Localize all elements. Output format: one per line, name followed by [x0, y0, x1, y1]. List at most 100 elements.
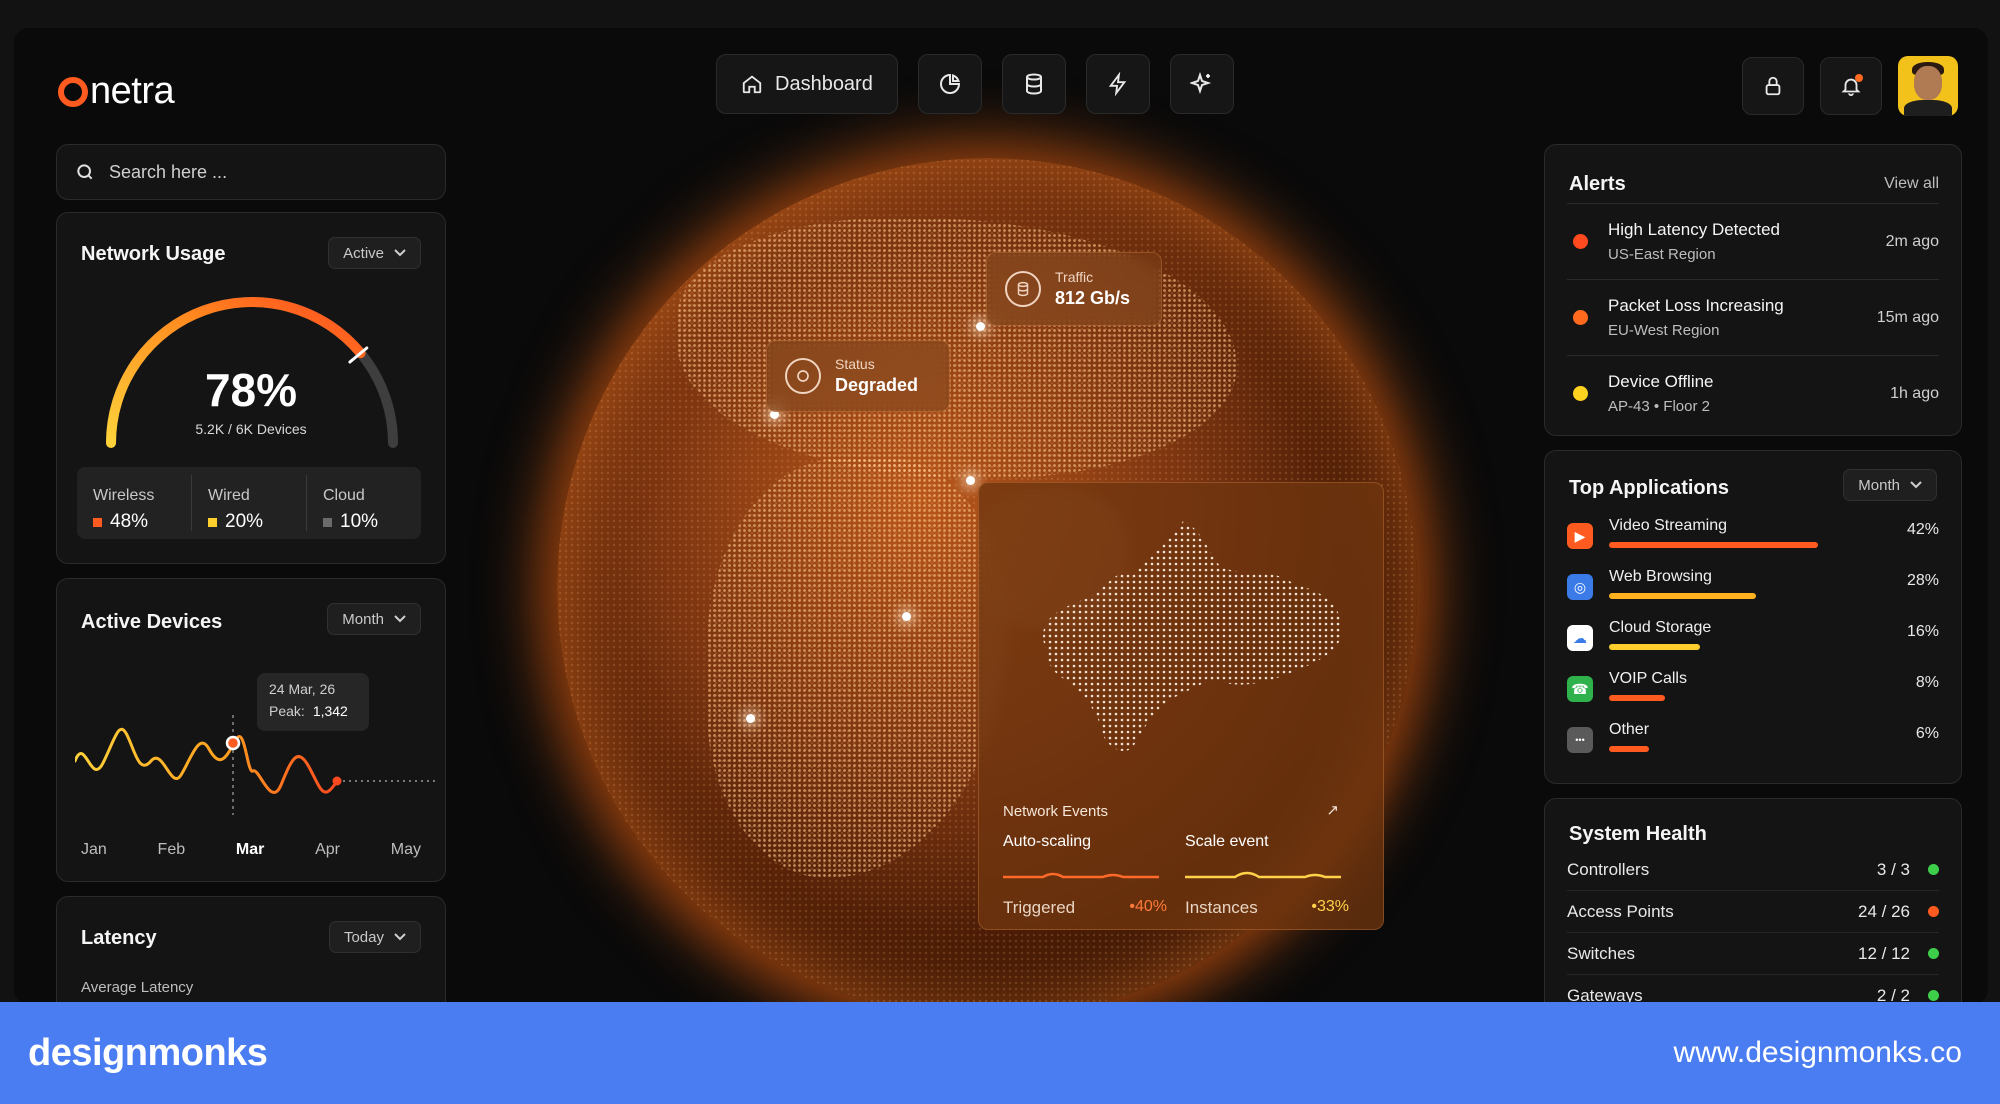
app-percent: 42%	[1906, 521, 1939, 538]
logo-text: netra	[90, 70, 175, 112]
search-input[interactable]: Search here ...	[56, 144, 446, 200]
event-scale: Scale event Instances •33%	[1185, 833, 1349, 918]
nav-flash-button[interactable]	[1085, 54, 1150, 114]
lock-button[interactable]	[1742, 57, 1804, 115]
top-applications-panel: Top Applications Month ▶ Video Streaming 4…	[1544, 450, 1962, 784]
nav-sparkle-button[interactable]	[1169, 54, 1234, 114]
usage-percent: 78%	[204, 364, 298, 416]
network-usage-filter[interactable]: Active	[328, 237, 421, 269]
database-icon	[1025, 73, 1042, 95]
tooltip-date: 24 Mar, 26	[269, 681, 336, 697]
month-label: Apr	[315, 841, 340, 858]
alerts-panel: Alerts View all High Latency Detected US-…	[1544, 144, 1962, 436]
app-row[interactable]: ☎ VOIP Calls 8%	[1567, 670, 1939, 714]
alert-sub: US-East Region	[1608, 246, 1716, 263]
cloud-icon: ☁	[1567, 625, 1593, 651]
app-name: Cloud Storage	[1609, 619, 1712, 636]
network-events-card[interactable]: Network Events ↗ Auto-scaling Triggered •…	[978, 482, 1384, 930]
event-title: Scale event	[1185, 833, 1269, 850]
active-devices-title: Active Devices	[81, 611, 223, 633]
alerts-title: Alerts	[1569, 173, 1626, 195]
alert-sub: EU-West Region	[1608, 322, 1720, 339]
more-icon: •••	[1567, 727, 1593, 753]
active-devices-filter[interactable]: Month	[327, 603, 421, 635]
region-map	[1043, 521, 1342, 751]
health-row[interactable]: Access Points 24 / 26	[1567, 891, 1939, 933]
health-status-dot	[1928, 948, 1939, 959]
usage-cloud: Cloud 10%	[307, 475, 421, 532]
top-applications-filter[interactable]: Month	[1843, 469, 1937, 501]
system-health-panel: System Health Controllers 3 / 3 Access P…	[1544, 798, 1962, 1004]
health-row[interactable]: Gateways 2 / 2	[1567, 975, 1939, 1004]
app-row[interactable]: ••• Other 6%	[1567, 721, 1939, 765]
status-label: Status	[835, 356, 875, 372]
usage-value: 48%	[110, 511, 149, 532]
brand-banner: designmonks www.designmonks.co	[0, 1002, 2000, 1104]
phone-icon: ☎	[1567, 676, 1593, 702]
brand-url[interactable]: www.designmonks.co	[1674, 1036, 1962, 1070]
app-name: VOIP Calls	[1609, 670, 1687, 687]
location-pin[interactable]	[966, 476, 975, 485]
alert-item[interactable]: Packet Loss Increasing EU-West Region 15m…	[1567, 279, 1939, 355]
active-devices-filter-label: Month	[342, 610, 384, 628]
health-count: 12 / 12	[1858, 943, 1910, 963]
usage-wired: Wired 20%	[192, 475, 307, 532]
alert-title: Packet Loss Increasing	[1608, 296, 1784, 315]
usage-label: Wired	[208, 487, 250, 504]
month-label: May	[390, 841, 421, 858]
active-devices-chart[interactable]	[75, 675, 435, 825]
month-label-active: Mar	[235, 841, 265, 858]
alert-item[interactable]: Device Offline AP-43 • Floor 2 1h ago	[1567, 355, 1939, 431]
nav-dashboard-label: Dashboard	[775, 72, 873, 95]
status-icon	[785, 358, 821, 394]
location-pin[interactable]	[902, 612, 911, 621]
expand-arrow-icon[interactable]: ↗	[1326, 801, 1339, 819]
continent-africa	[707, 458, 1007, 878]
dashboard-window: netra Dashboard Search here ... Network …	[14, 28, 1988, 1004]
usage-wireless: Wireless 48%	[77, 475, 192, 532]
latency-filter-label: Today	[343, 928, 384, 946]
notifications-button[interactable]	[1820, 57, 1882, 115]
network-usage-title: Network Usage	[81, 243, 226, 265]
location-pin[interactable]	[746, 714, 755, 723]
top-nav: Dashboard	[716, 54, 1234, 114]
app-name: Video Streaming	[1609, 517, 1727, 534]
flash-icon	[1108, 72, 1127, 96]
health-name: Access Points	[1567, 901, 1674, 921]
app-percent: 8%	[1915, 674, 1939, 691]
peak-marker	[225, 735, 241, 751]
month-label: Feb	[157, 841, 186, 858]
app-usage-bar	[1609, 695, 1666, 701]
top-right-actions	[1742, 56, 1958, 116]
app-percent: 28%	[1906, 572, 1939, 589]
home-icon	[742, 75, 762, 94]
health-row[interactable]: Controllers 3 / 3	[1567, 849, 1939, 891]
alert-item[interactable]: High Latency Detected US-East Region 2m a…	[1567, 203, 1939, 279]
tooltip-peak-label: Peak:	[269, 703, 305, 719]
health-row[interactable]: Switches 12 / 12	[1567, 933, 1939, 975]
nav-dashboard-button[interactable]: Dashboard	[716, 54, 898, 114]
status-card[interactable]: Status Degraded	[766, 340, 950, 412]
browser-icon: ◎	[1567, 574, 1593, 600]
app-row[interactable]: ◎ Web Browsing 28%	[1567, 568, 1939, 612]
sparkle-icon	[1189, 72, 1212, 95]
app-row[interactable]: ☁ Cloud Storage 16%	[1567, 619, 1939, 663]
nav-analytics-button[interactable]	[917, 54, 982, 114]
app-row[interactable]: ▶ Video Streaming 42%	[1567, 517, 1939, 561]
tooltip-peak-value: 1,342	[312, 703, 348, 719]
alert-time: 15m ago	[1876, 308, 1939, 326]
app-usage-bar	[1609, 593, 1757, 599]
user-avatar[interactable]	[1898, 56, 1958, 116]
health-status-dot	[1928, 906, 1939, 917]
location-pin[interactable]	[976, 322, 985, 331]
latency-filter[interactable]: Today	[328, 921, 421, 953]
event-foot-value: •40%	[1129, 898, 1167, 915]
event-foot-label: Triggered	[1003, 898, 1076, 917]
app-logo[interactable]: netra	[58, 70, 175, 113]
alert-time: 1h ago	[1890, 384, 1939, 402]
traffic-value: 812 Gb/s	[1055, 288, 1131, 308]
traffic-card[interactable]: Traffic 812 Gb/s	[986, 252, 1162, 326]
nav-database-button[interactable]	[1001, 54, 1066, 114]
view-all-link[interactable]: View all	[1884, 175, 1939, 193]
month-axis: Jan Feb Mar Apr May	[81, 841, 421, 859]
